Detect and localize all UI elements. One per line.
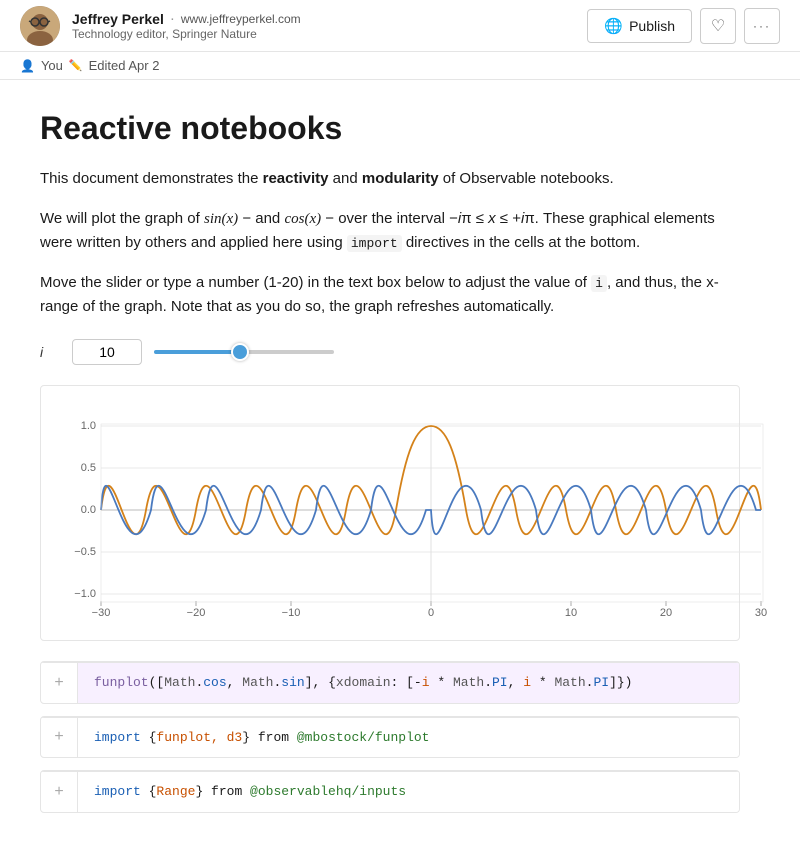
author-role: Technology editor, Springer Nature (72, 27, 301, 41)
add-cell-icon-2[interactable]: + (54, 729, 63, 745)
slider-input[interactable] (72, 339, 142, 365)
page-title: Reactive notebooks (40, 110, 740, 147)
svg-text:30: 30 (755, 607, 767, 619)
author-name: Jeffrey Perkel (72, 11, 164, 27)
add-cell-icon[interactable]: + (54, 675, 63, 691)
slider-control[interactable] (154, 350, 334, 354)
edit-icon: ✏️ (69, 59, 83, 72)
code-cell-import2[interactable]: import {Range} from @observablehq/inputs (77, 772, 739, 812)
avatar (20, 6, 60, 46)
cell-import1: + import {funplot, d3} from @mbostock/fu… (41, 717, 739, 758)
heart-icon: ♡ (711, 16, 725, 36)
author-url[interactable]: www.jeffreyperkel.com (181, 12, 301, 26)
para1: This document demonstrates the reactivit… (40, 167, 740, 191)
cell-gutter-3[interactable]: + (41, 772, 77, 812)
svg-text:0.5: 0.5 (81, 462, 96, 474)
header-right: 🌐 Publish ♡ ··· (587, 8, 780, 44)
cell-gutter-2[interactable]: + (41, 718, 77, 758)
you-label: You (41, 58, 63, 73)
publish-label: Publish (629, 18, 675, 34)
svg-text:−0.5: −0.5 (74, 546, 96, 558)
publish-button[interactable]: 🌐 Publish (587, 9, 692, 43)
main-content: Reactive notebooks This document demonst… (0, 80, 780, 855)
code-cell-funplot[interactable]: funplot([Math.cos, Math.sin], {xdomain: … (77, 663, 739, 703)
code-cell-import1[interactable]: import {funplot, d3} from @mbostock/funp… (77, 718, 739, 758)
more-button[interactable]: ··· (744, 8, 780, 44)
chart-svg: 1.0 0.5 0.0 −0.5 −1.0 −30 −20 −10 0 10 2… (41, 396, 781, 626)
slider-row: i (40, 339, 740, 365)
slider-label: i (40, 344, 60, 360)
author-info: Jeffrey Perkel · www.jeffreyperkel.com T… (72, 10, 301, 41)
svg-text:−30: −30 (92, 607, 111, 619)
chart-container: 1.0 0.5 0.0 −0.5 −1.0 −30 −20 −10 0 10 2… (40, 385, 740, 641)
header-left: Jeffrey Perkel · www.jeffreyperkel.com T… (20, 6, 301, 46)
globe-icon: 🌐 (604, 17, 623, 35)
svg-text:−10: −10 (282, 607, 301, 619)
svg-text:−20: −20 (187, 607, 206, 619)
svg-text:1.0: 1.0 (81, 420, 96, 432)
ellipsis-icon: ··· (753, 19, 771, 33)
favorite-button[interactable]: ♡ (700, 8, 736, 44)
add-cell-icon-3[interactable]: + (54, 784, 63, 800)
cell-import2: + import {Range} from @observablehq/inpu… (41, 771, 739, 812)
edited-label: Edited Apr 2 (89, 58, 160, 73)
para3: Move the slider or type a number (1-20) … (40, 271, 740, 319)
svg-text:−1.0: −1.0 (74, 588, 96, 600)
svg-text:20: 20 (660, 607, 672, 619)
cell-funplot: + funplot([Math.cos, Math.sin], {xdomain… (41, 662, 739, 703)
cell-gutter-1[interactable]: + (41, 663, 77, 703)
para2: We will plot the graph of sin(x) − and c… (40, 207, 740, 255)
svg-text:10: 10 (565, 607, 577, 619)
you-icon: 👤 (20, 59, 35, 73)
svg-text:0: 0 (428, 607, 434, 619)
sub-header: 👤 You ✏️ Edited Apr 2 (0, 52, 800, 80)
separator: · (170, 10, 175, 27)
svg-text:0.0: 0.0 (81, 504, 96, 516)
header: Jeffrey Perkel · www.jeffreyperkel.com T… (0, 0, 800, 52)
